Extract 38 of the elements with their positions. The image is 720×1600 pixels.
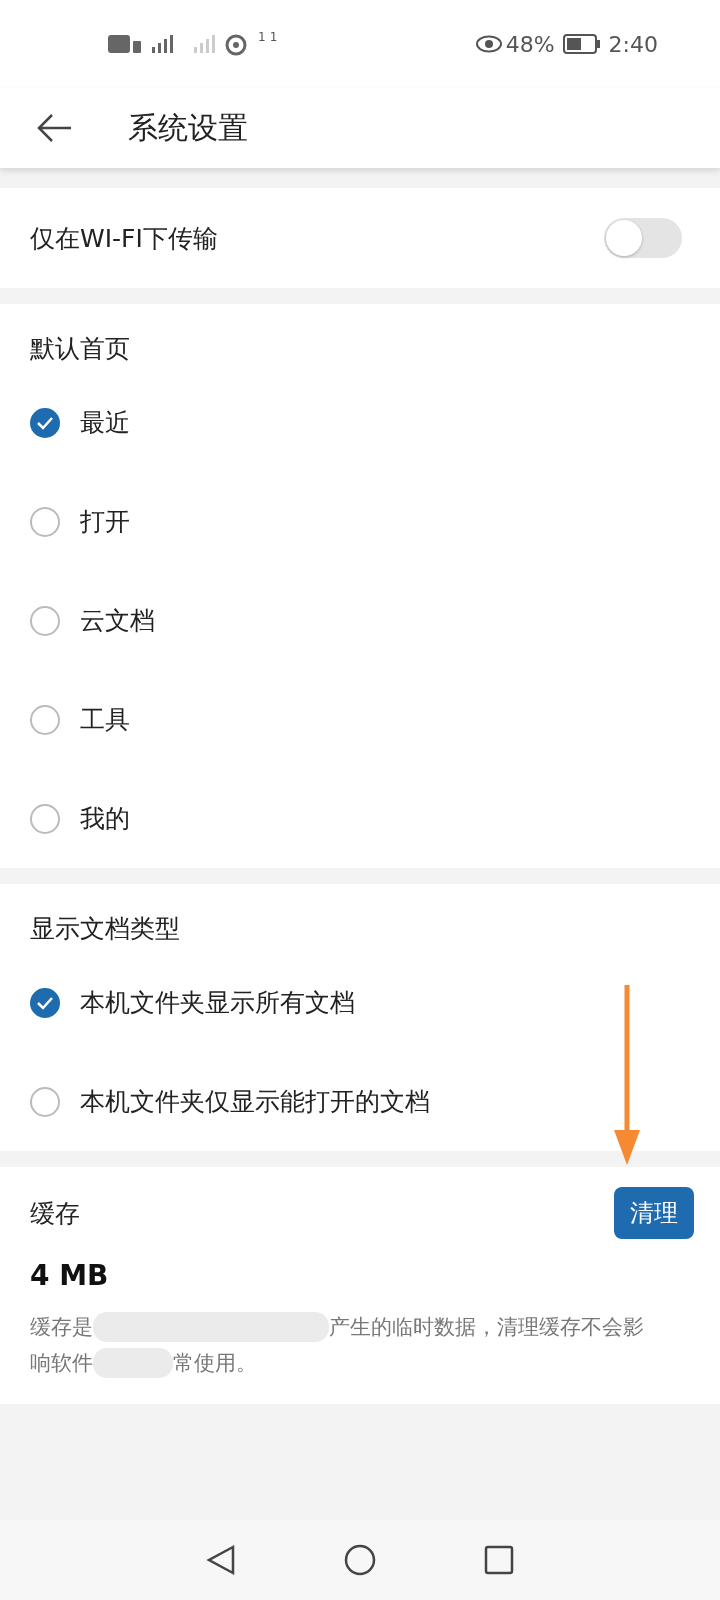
radio-button[interactable] bbox=[30, 1086, 60, 1117]
page-title: 系统设置 bbox=[128, 108, 248, 147]
option-label: 本机文件夹显示所有文档 bbox=[80, 987, 355, 1019]
battery-percent: 48% bbox=[505, 31, 555, 57]
eye-icon bbox=[475, 35, 502, 53]
radio-button[interactable] bbox=[30, 704, 60, 735]
cache-description: 响软件 bbox=[30, 1350, 93, 1377]
wifi-only-switch[interactable] bbox=[604, 218, 682, 258]
option-label: 云文档 bbox=[80, 605, 155, 637]
cache-size: 4 MB bbox=[30, 1259, 110, 1292]
sim-number-label: 1 bbox=[269, 30, 278, 44]
clock-time: 2:40 bbox=[608, 31, 658, 57]
checkmark-icon bbox=[36, 415, 54, 430]
option-label: 本机文件夹仅显示能打开的文档 bbox=[80, 1086, 430, 1118]
option-label: 最近 bbox=[80, 407, 130, 439]
radio-button[interactable] bbox=[30, 605, 60, 636]
clear-button[interactable]: 清理 bbox=[614, 1187, 694, 1239]
option-label: 工具 bbox=[80, 704, 130, 736]
radio-button[interactable] bbox=[30, 803, 60, 834]
radio-button[interactable] bbox=[30, 506, 60, 537]
cache-description: 常使用。 bbox=[173, 1350, 257, 1377]
radio-button[interactable] bbox=[30, 987, 60, 1018]
radio-button[interactable] bbox=[30, 407, 60, 438]
cache-description: 缓存是 bbox=[30, 1314, 93, 1341]
option-label: 我的 bbox=[80, 803, 130, 835]
section-title: 显示文档类型 bbox=[29, 913, 181, 945]
option-label: 打开 bbox=[80, 506, 130, 538]
home-nav-icon[interactable] bbox=[344, 1544, 376, 1576]
back-nav-icon[interactable] bbox=[206, 1544, 236, 1576]
checkmark-icon bbox=[36, 995, 54, 1010]
cache-description: 产生的临时数据，清理缓存不会影 bbox=[329, 1314, 644, 1341]
hotspot-number-label: 1 bbox=[258, 30, 266, 44]
cache-title: 缓存 bbox=[30, 1197, 80, 1230]
back-arrow-icon[interactable] bbox=[36, 113, 72, 143]
wifi-only-label: 仅在WI-FI下传输 bbox=[30, 222, 218, 255]
recents-nav-icon[interactable] bbox=[484, 1545, 514, 1575]
battery-icon bbox=[562, 34, 601, 54]
section-title: 默认首页 bbox=[29, 333, 131, 365]
